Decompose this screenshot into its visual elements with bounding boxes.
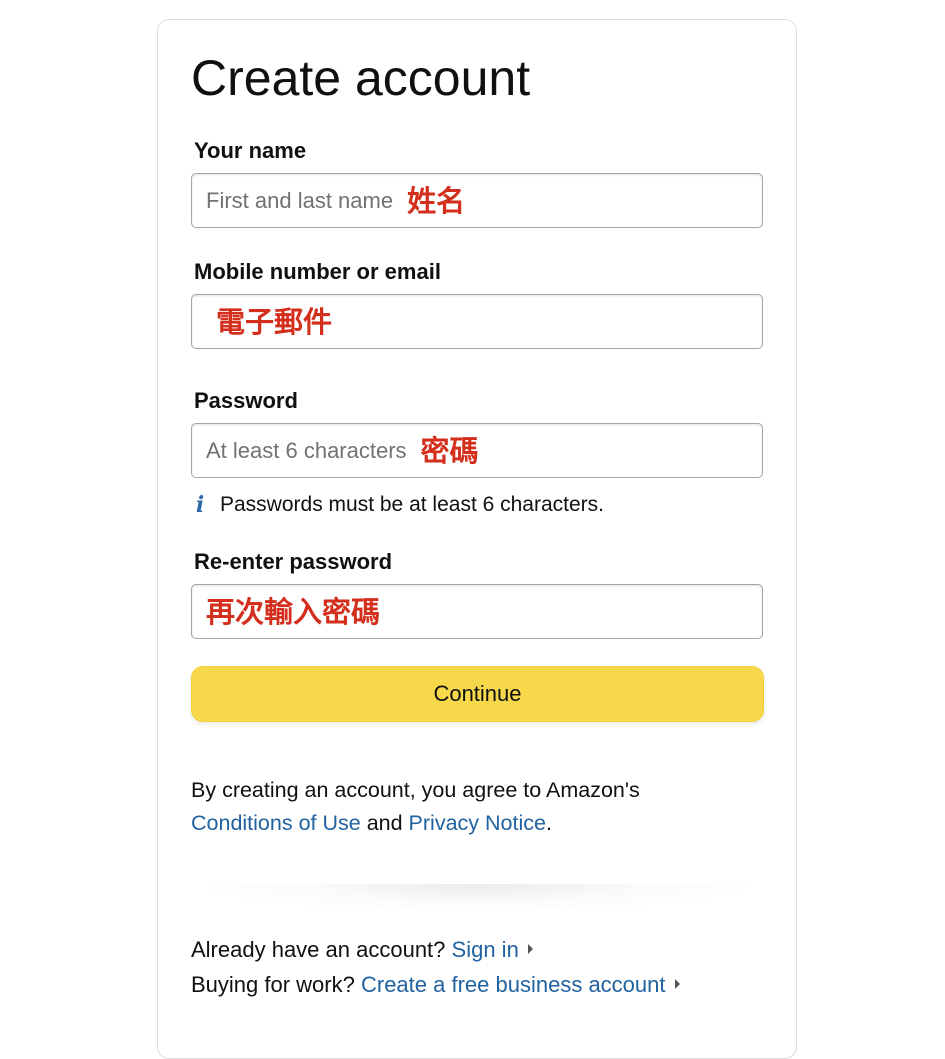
reenter-password-input[interactable]: 再次輸入密碼 [191, 584, 763, 639]
signin-row: Already have an account? Sign in [191, 935, 533, 965]
reenter-password-annotation: 再次輸入密碼 [206, 594, 381, 629]
caret-right-icon [527, 944, 533, 954]
email-input[interactable]: 電子郵件 [191, 294, 763, 349]
business-row: Buying for work? Create a free business … [191, 970, 680, 1000]
create-business-account-link[interactable]: Create a free business account [361, 972, 666, 997]
password-hint-text: Passwords must be at least 6 characters. [220, 493, 604, 516]
reenter-password-label: Re-enter password [194, 549, 393, 574]
conditions-of-use-link[interactable]: Conditions of Use [191, 811, 361, 835]
section-divider [191, 884, 764, 914]
name-placeholder: First and last name [206, 187, 394, 213]
legal-suffix: . [545, 811, 552, 835]
password-annotation: 密碼 [420, 433, 479, 468]
privacy-notice-link[interactable]: Privacy Notice [409, 811, 546, 835]
info-icon: i [195, 492, 205, 518]
name-annotation: 姓名 [407, 183, 466, 218]
password-label: Password [194, 388, 298, 413]
email-label: Mobile number or email [194, 259, 441, 284]
name-input[interactable]: First and last name 姓名 [191, 173, 763, 228]
signin-prompt: Already have an account? [191, 937, 446, 962]
password-input[interactable]: At least 6 characters 密碼 [191, 423, 763, 478]
page-title: Create account [191, 50, 531, 106]
continue-button[interactable]: Continue [191, 666, 764, 722]
password-placeholder: At least 6 characters [206, 437, 407, 463]
legal-and: and [366, 811, 403, 835]
legal-text: By creating an account, you agree to Ama… [191, 774, 771, 840]
email-annotation: 電子郵件 [216, 304, 333, 339]
signin-link[interactable]: Sign in [452, 937, 519, 962]
name-label: Your name [194, 138, 307, 163]
caret-right-icon [674, 979, 680, 989]
password-hint: i Passwords must be at least 6 character… [192, 492, 604, 518]
legal-prefix: By creating an account, you agree to Ama… [191, 778, 640, 802]
business-prompt: Buying for work? [191, 972, 355, 997]
